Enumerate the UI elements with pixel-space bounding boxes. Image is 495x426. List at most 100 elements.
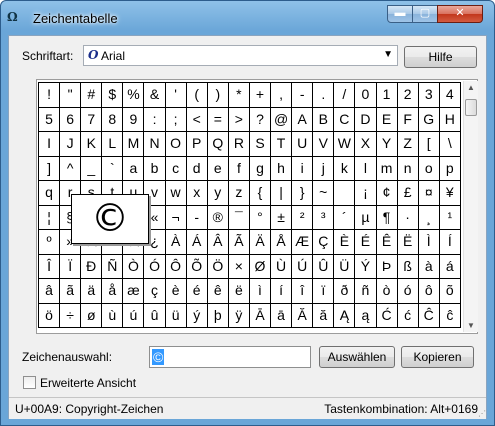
character-cell[interactable]: p — [439, 156, 461, 181]
character-cell[interactable]: f — [228, 156, 250, 181]
character-cell[interactable]: 5 — [39, 107, 61, 132]
character-cell[interactable]: a — [123, 156, 145, 181]
character-cell[interactable]: L — [102, 132, 124, 157]
character-cell[interactable]: = — [207, 107, 229, 132]
character-cell[interactable]: Ó — [144, 254, 166, 279]
character-cell[interactable]: % — [123, 83, 145, 108]
character-cell[interactable]: å — [102, 279, 124, 304]
select-button[interactable]: Auswählen — [319, 346, 395, 368]
character-cell[interactable]: X — [355, 132, 377, 157]
character-cell[interactable]: * — [228, 83, 250, 108]
character-cell[interactable]: 1 — [376, 83, 398, 108]
grid-scrollbar[interactable]: ▲ ▼ — [463, 81, 478, 332]
character-cell[interactable]: í — [271, 279, 293, 304]
character-cell[interactable]: N — [144, 132, 166, 157]
character-cell[interactable]: h — [271, 156, 293, 181]
character-cell[interactable]: ü — [165, 303, 187, 328]
character-cell[interactable]: ° — [249, 205, 272, 230]
character-cell[interactable]: Ö — [207, 254, 229, 279]
character-cell[interactable]: ± — [271, 205, 293, 230]
character-cell[interactable]: ¶ — [376, 205, 398, 230]
character-cell[interactable]: ¯ — [228, 205, 250, 230]
character-cell[interactable]: Ý — [355, 254, 377, 279]
character-cell[interactable]: ò — [376, 279, 398, 304]
character-cell[interactable]: Í — [439, 230, 461, 255]
character-cell[interactable]: Ą — [334, 303, 356, 328]
character-cell[interactable]: Ù — [271, 254, 293, 279]
character-cell[interactable]: k — [334, 156, 356, 181]
character-cell[interactable]: # — [81, 83, 103, 108]
character-cell[interactable]: Ĉ — [418, 303, 440, 328]
character-cell[interactable]: Å — [271, 230, 293, 255]
character-cell[interactable]: ú — [123, 303, 145, 328]
character-cell[interactable]: / — [334, 83, 356, 108]
minimize-button[interactable]: ▬ — [387, 5, 413, 23]
character-cell[interactable]: Ë — [397, 230, 419, 255]
character-cell[interactable]: n — [397, 156, 419, 181]
character-cell[interactable]: { — [249, 181, 272, 206]
character-cell[interactable]: E — [376, 107, 398, 132]
character-cell[interactable]: Ø — [249, 254, 272, 279]
character-cell[interactable]: d — [186, 156, 208, 181]
scrollbar-thumb[interactable] — [465, 99, 477, 116]
character-cell[interactable]: - — [186, 205, 208, 230]
character-cell[interactable]: à — [418, 254, 440, 279]
character-cell[interactable]: b — [144, 156, 166, 181]
character-cell[interactable]: 2 — [397, 83, 419, 108]
title-bar[interactable]: Ω Zeichentabelle ▬ ▢ ✕ — [1, 1, 494, 35]
character-cell[interactable]: F — [397, 107, 419, 132]
character-cell[interactable]: & — [144, 83, 166, 108]
character-cell[interactable]: ® — [207, 205, 229, 230]
character-cell[interactable]: ö — [39, 303, 61, 328]
character-cell[interactable]: ê — [207, 279, 229, 304]
character-cell[interactable]: µ — [355, 205, 377, 230]
character-cell[interactable]: ¹ — [439, 205, 461, 230]
character-cell[interactable]: > — [228, 107, 250, 132]
character-cell[interactable]: ć — [397, 303, 419, 328]
character-cell[interactable]: Ú — [292, 254, 314, 279]
character-cell[interactable]: C — [334, 107, 356, 132]
character-cell[interactable]: ã — [60, 279, 82, 304]
character-cell[interactable]: ð — [334, 279, 356, 304]
character-cell[interactable]: Ă — [292, 303, 314, 328]
character-cell[interactable]: Ò — [123, 254, 145, 279]
character-cell[interactable]: Ê — [376, 230, 398, 255]
character-cell[interactable]: _ — [81, 156, 103, 181]
character-cell[interactable]: Ä — [249, 230, 272, 255]
character-cell[interactable]: < — [186, 107, 208, 132]
character-cell[interactable]: $ — [102, 83, 124, 108]
character-map-icon[interactable]: Ω — [7, 9, 23, 25]
character-cell[interactable]: ë — [228, 279, 250, 304]
character-cell[interactable]: ? — [249, 107, 272, 132]
character-cell[interactable]: Ï — [60, 254, 82, 279]
help-button[interactable]: Hilfe — [404, 46, 477, 68]
character-cell[interactable]: Ñ — [102, 254, 124, 279]
character-cell[interactable]: æ — [123, 279, 145, 304]
character-cell[interactable]: c — [165, 156, 187, 181]
character-cell[interactable]: | — [271, 181, 293, 206]
character-cell[interactable]: ô — [418, 279, 440, 304]
advanced-view-label[interactable]: Erweiterte Ansicht — [40, 376, 136, 390]
character-cell[interactable]: @ — [271, 107, 293, 132]
character-cell[interactable]: Ì — [418, 230, 440, 255]
character-cell[interactable]: U — [292, 132, 314, 157]
character-cell[interactable]: À — [165, 230, 187, 255]
character-cell[interactable]: j — [313, 156, 335, 181]
character-cell[interactable]: ~ — [313, 181, 335, 206]
character-cell[interactable]: ¦ — [39, 205, 61, 230]
character-cell[interactable]: ¢ — [376, 181, 398, 206]
character-cell[interactable]: ý — [186, 303, 208, 328]
character-cell[interactable]: 8 — [102, 107, 124, 132]
character-cell[interactable]: Æ — [292, 230, 314, 255]
character-cell[interactable]: ÷ — [60, 303, 82, 328]
character-cell[interactable]: Ć — [376, 303, 398, 328]
character-cell[interactable]: ą — [355, 303, 377, 328]
character-cell[interactable]: þ — [207, 303, 229, 328]
character-cell[interactable]: ³ — [313, 205, 335, 230]
character-cell[interactable]: Û — [313, 254, 335, 279]
character-cell[interactable]: W — [334, 132, 356, 157]
character-cell[interactable]: ) — [207, 83, 229, 108]
character-cell[interactable]: J — [60, 132, 82, 157]
character-cell[interactable]: x — [186, 181, 208, 206]
character-cell[interactable]: ĉ — [439, 303, 461, 328]
